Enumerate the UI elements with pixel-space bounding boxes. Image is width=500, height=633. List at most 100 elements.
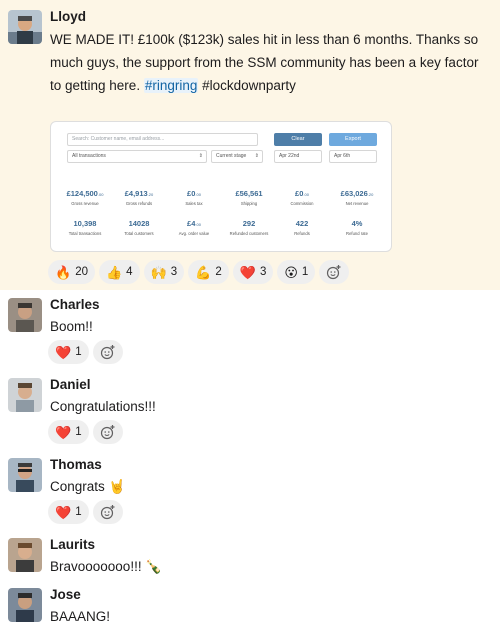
- select-value: Current stage: [216, 153, 247, 159]
- reaction-bar: ❤️ 1: [48, 340, 123, 364]
- reaction-count: 1: [75, 346, 82, 358]
- message-charles: Charles Boom!! ❤️ 1: [0, 290, 500, 370]
- heart-icon: ❤️: [239, 264, 256, 280]
- stat-gross-revenue: £124,500.00 Gross revenue: [59, 189, 111, 206]
- message-author[interactable]: Charles: [50, 297, 100, 312]
- stat-label: Total customers: [124, 231, 154, 236]
- stat-label: Gross refunds: [125, 201, 153, 206]
- stat-value: £63,026.20: [340, 189, 374, 198]
- heart-icon: ❤️: [55, 344, 72, 360]
- stat-total-customers: 14028 Total customers: [113, 219, 165, 236]
- reaction-count: 3: [259, 266, 267, 278]
- message-text: Congratulations!!!: [50, 399, 156, 414]
- reaction-bar: ❤️ 1: [48, 420, 123, 444]
- message-text: Bravooooooo!!! 🍾: [50, 555, 162, 578]
- stat-value: £4.00: [187, 219, 201, 228]
- stat-label: Refunds: [294, 231, 310, 236]
- stat-value: 4%: [351, 219, 363, 228]
- stat-value: £56,561: [235, 189, 263, 198]
- stage-select: Current stage ⇕: [211, 150, 263, 163]
- message-author[interactable]: Daniel: [50, 377, 91, 392]
- clear-button: Clear: [274, 133, 322, 146]
- reaction-count: 1: [75, 506, 82, 518]
- message-laurits: Laurits Bravooooooo!!! 🍾: [0, 530, 500, 580]
- attachment-screenshot[interactable]: Search: Customer name, email address... …: [50, 121, 392, 252]
- chevron-down-icon: ⇕: [198, 153, 203, 159]
- muscle-icon: 💪: [195, 264, 212, 280]
- stat-value: 292: [242, 219, 256, 228]
- reaction-open-mouth[interactable]: 😮 1: [277, 260, 316, 284]
- stat-refunds: 422 Refunds: [276, 219, 328, 236]
- reaction-heart[interactable]: ❤️ 1: [48, 500, 89, 524]
- message-author[interactable]: Jose: [50, 587, 81, 602]
- add-reaction-icon: [100, 425, 115, 440]
- reaction-heart[interactable]: ❤️ 3: [232, 260, 274, 284]
- message-author[interactable]: Lloyd: [50, 9, 86, 24]
- add-reaction-button[interactable]: [92, 500, 123, 524]
- reaction-raised-hands[interactable]: 🙌 3: [143, 260, 185, 284]
- chevron-down-icon: ⇕: [254, 153, 259, 159]
- reaction-count: 2: [215, 266, 222, 278]
- reaction-bar: ❤️ 1: [48, 500, 123, 524]
- add-reaction-button[interactable]: [92, 340, 123, 364]
- message-text: Boom!!: [50, 319, 93, 334]
- thumbs-up-icon: 👍: [105, 264, 123, 280]
- hashtag-text: #lockdownparty: [198, 78, 296, 93]
- add-reaction-button[interactable]: [92, 420, 123, 444]
- stat-refunded-customers: 292 Refunded customers: [223, 219, 275, 236]
- add-reaction-icon: [327, 265, 341, 280]
- stat-label: Refunded customers: [229, 231, 269, 236]
- stat-total-transactions: 10,398 Total transactions: [59, 219, 111, 236]
- add-reaction-icon: [100, 505, 115, 520]
- stat-label: Sales tax: [185, 201, 203, 206]
- add-reaction-button[interactable]: [319, 260, 350, 284]
- message-text-body: Bravooooooo!!!: [50, 559, 142, 574]
- message-author[interactable]: Laurits: [50, 537, 95, 552]
- avatar[interactable]: [8, 10, 42, 44]
- raised-hands-icon: 🙌: [150, 264, 167, 280]
- reaction-thumbs-up[interactable]: 👍 4: [98, 260, 140, 284]
- hashtag-link[interactable]: #ringring: [143, 78, 199, 93]
- reaction-muscle[interactable]: 💪 2: [188, 260, 229, 284]
- reaction-count: 3: [170, 266, 178, 278]
- select-value: All transactions: [72, 153, 106, 159]
- stat-label: Net revenue: [345, 201, 369, 206]
- stat-value: 422: [295, 219, 309, 228]
- stat-label: Commission: [290, 201, 314, 206]
- message-daniel: Daniel Congratulations!!! ❤️ 1: [0, 370, 500, 450]
- stat-value: 14028: [128, 219, 150, 228]
- avatar[interactable]: [8, 298, 42, 332]
- reaction-count: 1: [75, 426, 82, 438]
- avatar[interactable]: [8, 588, 42, 622]
- reaction-heart[interactable]: ❤️ 1: [48, 340, 89, 364]
- stat-net-revenue: £63,026.20 Net revenue: [331, 189, 383, 206]
- stat-avg-order-value: £4.00 Avg. order value: [168, 219, 220, 236]
- avatar[interactable]: [8, 538, 42, 572]
- champagne-icon: 🍾: [145, 559, 163, 574]
- message-text: BAAANG!: [50, 609, 111, 624]
- stat-value: £0.00: [187, 189, 201, 198]
- reaction-count: 1: [301, 266, 309, 278]
- message-jose: Jose BAAANG!: [0, 580, 500, 633]
- reaction-heart[interactable]: ❤️ 1: [48, 420, 89, 444]
- fire-icon: 🔥: [55, 264, 72, 280]
- stat-label: Gross revenue: [71, 201, 99, 206]
- stat-label: Total transactions: [68, 231, 102, 236]
- avatar[interactable]: [8, 378, 42, 412]
- stat-sales-tax: £0.00 Sales tax: [168, 189, 220, 206]
- stat-value: £124,500.00: [66, 189, 104, 198]
- date-from-field: Apr 22nd: [274, 150, 322, 163]
- transactions-select: All transactions ⇕: [67, 150, 207, 163]
- stat-label: Avg. order value: [178, 231, 210, 236]
- message-author[interactable]: Thomas: [50, 457, 102, 472]
- horns-icon: 🤘: [108, 479, 126, 494]
- avatar[interactable]: [8, 458, 42, 492]
- reaction-fire[interactable]: 🔥 20: [48, 260, 95, 284]
- stat-value: £0.00: [295, 189, 309, 198]
- stat-value: 10,398: [73, 219, 97, 228]
- message-thomas: Thomas Congrats 🤘 ❤️ 1: [0, 450, 500, 530]
- stat-label: Shipping: [240, 201, 258, 206]
- stat-label: Refund rate: [346, 231, 368, 236]
- stat-refund-rate: 4% Refund rate: [331, 219, 383, 236]
- search-input: Search: Customer name, email address...: [67, 133, 258, 146]
